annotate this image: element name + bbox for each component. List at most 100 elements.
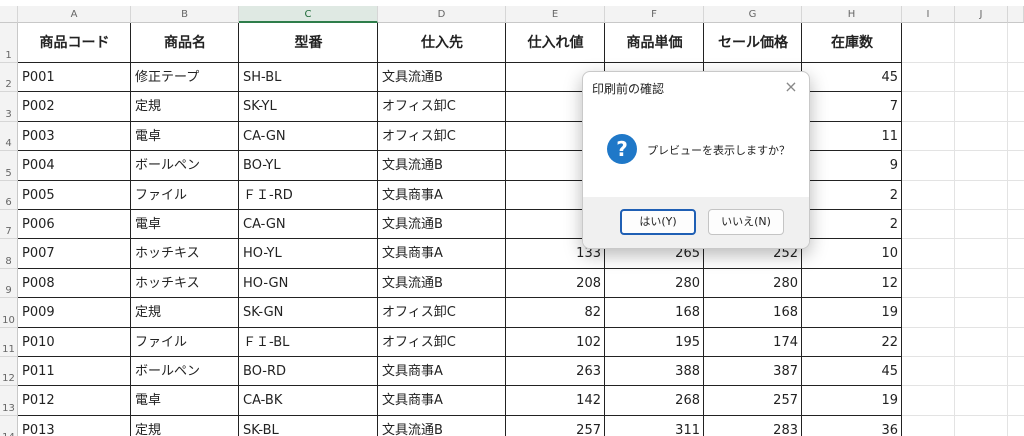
- table-cell[interactable]: 280: [605, 269, 704, 298]
- row-header-9[interactable]: 9: [0, 268, 18, 299]
- table-cell[interactable]: 102: [506, 328, 605, 357]
- column-header-e[interactable]: E: [506, 6, 605, 23]
- table-cell[interactable]: 2: [802, 181, 902, 210]
- row-header-2[interactable]: 2: [0, 63, 18, 93]
- column-header-d[interactable]: D: [378, 6, 506, 23]
- table-cell[interactable]: 11: [802, 122, 902, 151]
- table-cell[interactable]: BO-YL: [239, 151, 378, 180]
- table-cell[interactable]: 文具流通B: [378, 151, 506, 180]
- table-cell[interactable]: 387: [704, 357, 802, 386]
- table-header-cell[interactable]: 商品名: [131, 23, 239, 63]
- table-cell[interactable]: 2: [802, 210, 902, 239]
- table-cell[interactable]: 電卓: [131, 122, 239, 151]
- table-cell[interactable]: ボールペン: [131, 357, 239, 386]
- table-cell[interactable]: ＦＩ-RD: [239, 181, 378, 210]
- column-header-g[interactable]: G: [704, 6, 802, 23]
- table-cell[interactable]: P001: [18, 63, 131, 92]
- table-cell[interactable]: P009: [18, 298, 131, 327]
- table-cell[interactable]: 定規: [131, 92, 239, 121]
- row-header-1[interactable]: 1: [0, 23, 18, 63]
- row-header-3[interactable]: 3: [0, 92, 18, 122]
- table-cell[interactable]: ホッチキス: [131, 269, 239, 298]
- row-header-10[interactable]: 10: [0, 298, 18, 328]
- table-cell[interactable]: 定規: [131, 298, 239, 327]
- table-cell[interactable]: 12: [802, 269, 902, 298]
- table-cell[interactable]: ホッチキス: [131, 239, 239, 268]
- table-header-cell[interactable]: 商品コード: [18, 23, 131, 63]
- table-cell[interactable]: SK-GN: [239, 298, 378, 327]
- table-cell[interactable]: 定規: [131, 416, 239, 436]
- table-cell[interactable]: P004: [18, 151, 131, 180]
- table-cell[interactable]: 36: [802, 416, 902, 436]
- table-header-cell[interactable]: セール価格: [704, 23, 802, 63]
- column-header-c[interactable]: C: [239, 6, 378, 23]
- table-cell[interactable]: 7: [802, 92, 902, 121]
- table-cell[interactable]: 263: [506, 357, 605, 386]
- table-cell[interactable]: 283: [704, 416, 802, 436]
- table-cell[interactable]: 142: [506, 386, 605, 415]
- table-cell[interactable]: P003: [18, 122, 131, 151]
- table-cell[interactable]: BO-RD: [239, 357, 378, 386]
- table-cell[interactable]: SH-BL: [239, 63, 378, 92]
- row-header-6[interactable]: 6: [0, 180, 18, 210]
- row-header-12[interactable]: 12: [0, 357, 18, 387]
- table-cell[interactable]: CA-BK: [239, 386, 378, 415]
- table-cell[interactable]: CA-GN: [239, 210, 378, 239]
- table-cell[interactable]: 電卓: [131, 210, 239, 239]
- select-all-corner[interactable]: [0, 6, 18, 23]
- table-cell[interactable]: 195: [605, 328, 704, 357]
- table-cell[interactable]: P002: [18, 92, 131, 121]
- table-cell[interactable]: SK-BL: [239, 416, 378, 436]
- table-cell[interactable]: 257: [704, 386, 802, 415]
- column-header-h[interactable]: H: [802, 6, 902, 23]
- row-header-11[interactable]: 11: [0, 327, 18, 357]
- table-cell[interactable]: ファイル: [131, 181, 239, 210]
- column-header-f[interactable]: F: [605, 6, 704, 23]
- table-cell[interactable]: オフィス卸C: [378, 92, 506, 121]
- table-cell[interactable]: 修正テープ: [131, 63, 239, 92]
- row-header-5[interactable]: 5: [0, 151, 18, 181]
- table-cell[interactable]: ファイル: [131, 328, 239, 357]
- column-header-j[interactable]: J: [955, 6, 1008, 23]
- table-cell[interactable]: 82: [506, 298, 605, 327]
- column-header-b[interactable]: B: [131, 6, 239, 23]
- table-cell[interactable]: 168: [704, 298, 802, 327]
- column-header-i[interactable]: I: [902, 6, 955, 23]
- table-cell[interactable]: 文具商事A: [378, 357, 506, 386]
- column-header-a[interactable]: A: [18, 6, 131, 23]
- table-cell[interactable]: ボールペン: [131, 151, 239, 180]
- table-header-cell[interactable]: 商品単価: [605, 23, 704, 63]
- table-cell[interactable]: 268: [605, 386, 704, 415]
- table-cell[interactable]: 19: [802, 298, 902, 327]
- table-cell[interactable]: P008: [18, 269, 131, 298]
- table-cell[interactable]: 9: [802, 151, 902, 180]
- table-cell[interactable]: オフィス卸C: [378, 328, 506, 357]
- table-cell[interactable]: 10: [802, 239, 902, 268]
- table-cell[interactable]: 257: [506, 416, 605, 436]
- table-cell[interactable]: HO-GN: [239, 269, 378, 298]
- table-header-cell[interactable]: 仕入先: [378, 23, 506, 63]
- table-cell[interactable]: 文具流通B: [378, 269, 506, 298]
- table-cell[interactable]: SK-YL: [239, 92, 378, 121]
- table-cell[interactable]: オフィス卸C: [378, 298, 506, 327]
- table-cell[interactable]: 文具商事A: [378, 181, 506, 210]
- table-cell[interactable]: 文具商事A: [378, 386, 506, 415]
- table-cell[interactable]: 19: [802, 386, 902, 415]
- row-header-8[interactable]: 8: [0, 239, 18, 269]
- table-header-cell[interactable]: 型番: [239, 23, 378, 63]
- table-cell[interactable]: 311: [605, 416, 704, 436]
- row-header-14[interactable]: 14: [0, 415, 18, 436]
- table-cell[interactable]: 168: [605, 298, 704, 327]
- table-cell[interactable]: P006: [18, 210, 131, 239]
- table-cell[interactable]: 22: [802, 328, 902, 357]
- table-cell[interactable]: P010: [18, 328, 131, 357]
- table-cell[interactable]: 45: [802, 357, 902, 386]
- table-cell[interactable]: P005: [18, 181, 131, 210]
- table-header-cell[interactable]: 在庫数: [802, 23, 902, 63]
- table-cell[interactable]: HO-YL: [239, 239, 378, 268]
- table-cell[interactable]: 電卓: [131, 386, 239, 415]
- table-cell[interactable]: P007: [18, 239, 131, 268]
- row-header-7[interactable]: 7: [0, 210, 18, 240]
- table-cell[interactable]: 280: [704, 269, 802, 298]
- table-cell[interactable]: オフィス卸C: [378, 122, 506, 151]
